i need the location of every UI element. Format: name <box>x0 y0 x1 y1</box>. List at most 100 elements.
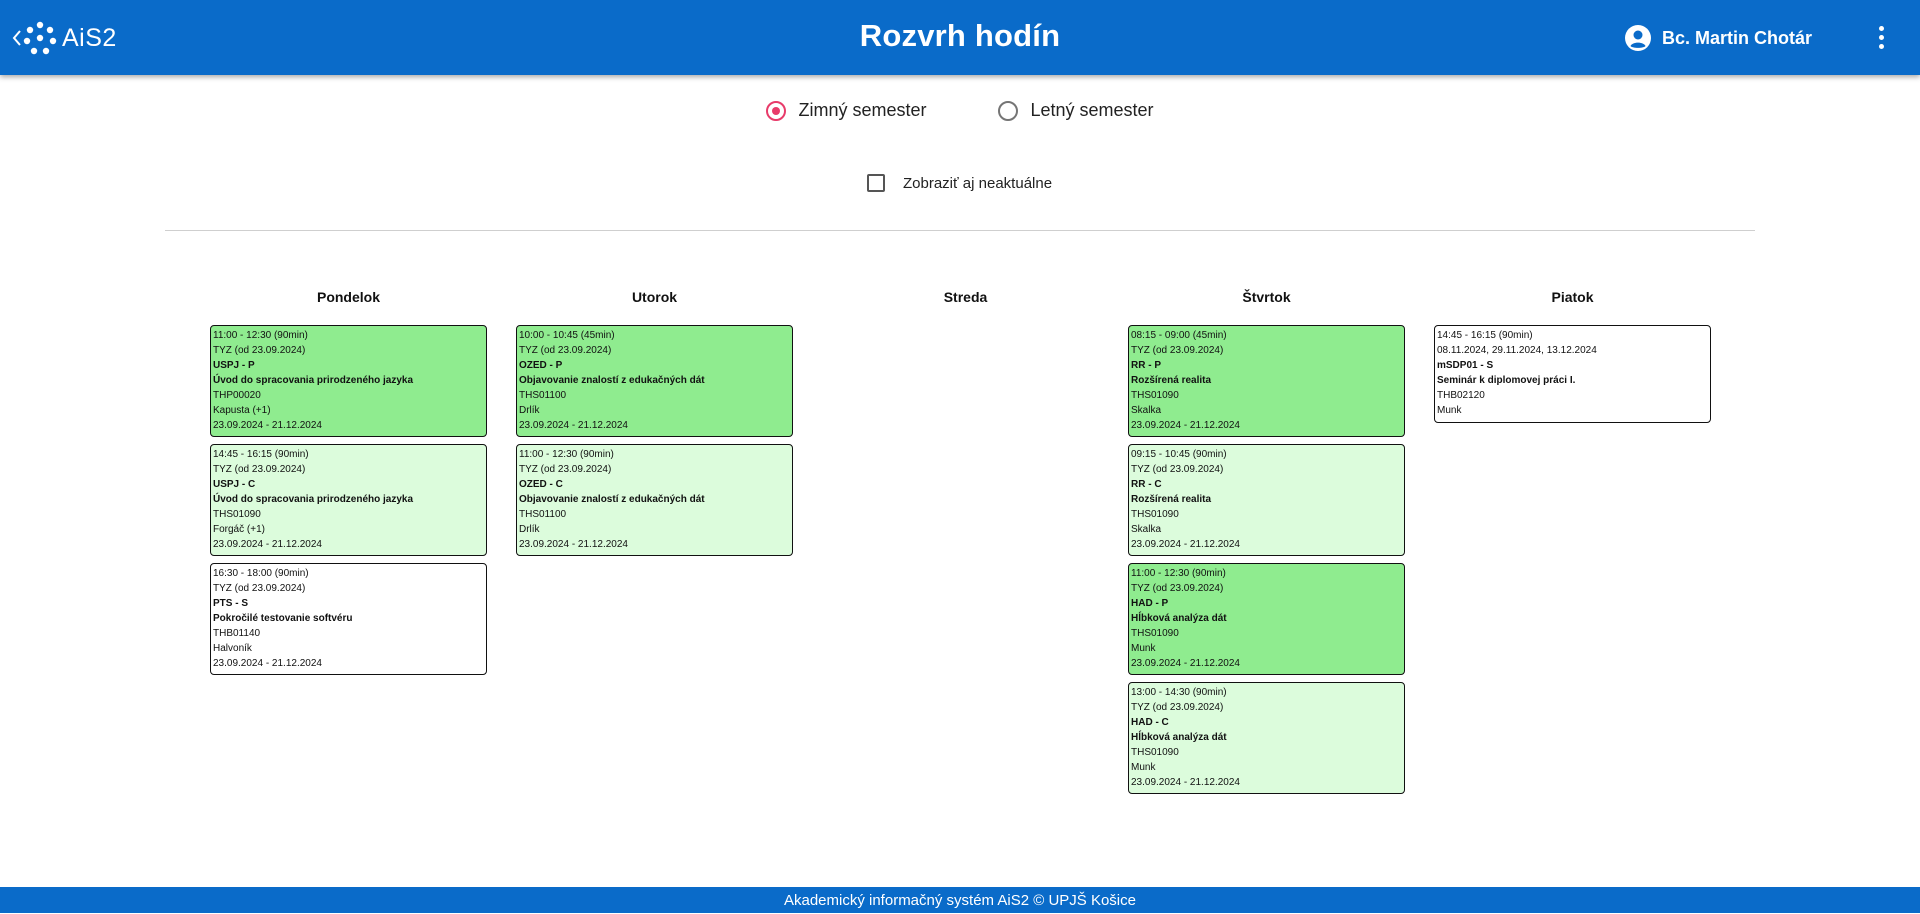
timetable-event-card[interactable]: 16:30 - 18:00 (90min) TYZ (od 23.09.2024… <box>210 563 487 675</box>
event-teacher: Forgáč (+1) <box>213 524 265 535</box>
event-subject: Úvod do spracovania prirodzeného jazyka <box>213 494 414 505</box>
event-time: 11:00 - 12:30 (90min) <box>1131 568 1226 579</box>
event-code: HAD - C <box>1131 717 1169 728</box>
event-dates: 23.09.2024 - 21.12.2024 <box>1131 539 1240 550</box>
event-code: RR - P <box>1131 360 1161 371</box>
event-subject: Úvod do spracovania prirodzeného jazyka <box>213 375 414 386</box>
event-room: THS01100 <box>519 390 567 401</box>
event-teacher: Skalka <box>1131 524 1162 535</box>
event-subject: Seminár k diplomovej práci I. <box>1437 375 1576 386</box>
radio-summer-label: Letný semester <box>1030 100 1154 120</box>
event-time: 16:30 - 18:00 (90min) <box>213 568 309 579</box>
event-subject: Objavovanie znalostí z edukačných dát <box>519 494 705 505</box>
event-room: THB02120 <box>1437 390 1485 401</box>
event-room: THS01090 <box>1131 747 1179 758</box>
timetable-event-card[interactable]: 10:00 - 10:45 (45min) TYZ (od 23.09.2024… <box>516 325 793 437</box>
event-time: 14:45 - 16:15 (90min) <box>1437 330 1533 341</box>
event-subject: Objavovanie znalostí z edukačných dát <box>519 375 705 386</box>
event-week: TYZ (od 23.09.2024) <box>1131 345 1224 356</box>
event-week: TYZ (od 23.09.2024) <box>1131 702 1224 713</box>
app-header: AiS2 Rozvrh hodín Bc. Martin Chotár <box>0 0 1920 75</box>
day-heading: Utorok <box>631 289 678 305</box>
event-dates: 23.09.2024 - 21.12.2024 <box>1131 777 1240 788</box>
day-column-pondelok: Pondelok 11:00 - 12:30 (90min) TYZ (od 2… <box>210 287 487 682</box>
event-teacher: Drlík <box>519 524 540 535</box>
event-room: THB01140 <box>213 628 261 639</box>
event-week: TYZ (od 23.09.2024) <box>213 583 306 594</box>
checkbox-unchecked-icon <box>867 174 885 192</box>
show-inactive-label: Zobraziť aj neaktuálne <box>903 174 1053 192</box>
day-heading: Štvrtok <box>1242 289 1291 305</box>
day-column-stvrtok: Štvrtok 08:15 - 09:00 (45min) TYZ (od 23… <box>1128 287 1405 801</box>
event-code: RR - C <box>1131 479 1162 490</box>
event-code: USPJ - C <box>213 479 256 490</box>
timetable-event-card[interactable]: 14:45 - 16:15 (90min) TYZ (od 23.09.2024… <box>210 444 487 556</box>
day-column-streda: Streda <box>827 287 1104 325</box>
timetable-event-card[interactable]: 11:00 - 12:30 (90min) TYZ (od 23.09.2024… <box>210 325 487 437</box>
event-teacher: Kapusta (+1) <box>213 405 271 416</box>
day-heading: Pondelok <box>316 289 380 305</box>
event-dates: 23.09.2024 - 21.12.2024 <box>213 658 322 669</box>
event-week: TYZ (od 23.09.2024) <box>519 464 612 475</box>
day-column-piatok: Piatok 14:45 - 16:15 (90min) 08.11.2024,… <box>1434 287 1711 430</box>
event-dates: 23.09.2024 - 21.12.2024 <box>213 420 322 431</box>
radio-summer-semester[interactable]: Letný semester <box>998 100 1154 121</box>
event-dates: 23.09.2024 - 21.12.2024 <box>519 420 628 431</box>
event-code: PTS - S <box>213 598 249 609</box>
timetable-event-card[interactable]: 11:00 - 12:30 (90min) TYZ (od 23.09.2024… <box>1128 563 1405 675</box>
event-week: 08.11.2024, 29.11.2024, 13.12.2024 <box>1437 345 1597 356</box>
timetable-event-card[interactable]: 14:45 - 16:15 (90min) 08.11.2024, 29.11.… <box>1434 325 1711 423</box>
timetable-event-card[interactable]: 09:15 - 10:45 (90min) TYZ (od 23.09.2024… <box>1128 444 1405 556</box>
day-heading: Streda <box>943 289 988 305</box>
event-code: OZED - P <box>519 360 563 371</box>
event-subject: Rozšírená realita <box>1131 494 1212 505</box>
day-column-utorok: Utorok 10:00 - 10:45 (45min) TYZ (od 23.… <box>516 287 793 563</box>
event-teacher: Drlík <box>519 405 540 416</box>
event-time: 13:00 - 14:30 (90min) <box>1131 687 1227 698</box>
user-account-button[interactable]: Bc. Martin Chotár <box>1624 24 1812 52</box>
event-room: THP00020 <box>213 390 261 401</box>
event-dates: 23.09.2024 - 21.12.2024 <box>519 539 628 550</box>
event-room: THS01100 <box>519 509 567 520</box>
semester-radio-group: Zimný semester Letný semester <box>0 100 1920 121</box>
event-room: THS01090 <box>213 509 261 520</box>
event-week: TYZ (od 23.09.2024) <box>519 345 612 356</box>
event-dates: 23.09.2024 - 21.12.2024 <box>213 539 322 550</box>
radio-unchecked-icon <box>998 100 1019 121</box>
event-week: TYZ (od 23.09.2024) <box>1131 583 1224 594</box>
event-week: TYZ (od 23.09.2024) <box>213 464 306 475</box>
event-code: HAD - P <box>1131 598 1169 609</box>
event-week: TYZ (od 23.09.2024) <box>1131 464 1224 475</box>
radio-winter-label: Zimný semester <box>798 100 927 120</box>
event-subject: Hĺbková analýza dát <box>1131 613 1227 624</box>
timetable-event-card[interactable]: 08:15 - 09:00 (45min) TYZ (od 23.09.2024… <box>1128 325 1405 437</box>
event-room: THS01090 <box>1131 628 1179 639</box>
timetable-event-card[interactable]: 13:00 - 14:30 (90min) TYZ (od 23.09.2024… <box>1128 682 1405 794</box>
account-circle-icon <box>1624 25 1651 51</box>
event-week: TYZ (od 23.09.2024) <box>213 345 306 356</box>
event-teacher: Munk <box>1131 762 1156 773</box>
event-teacher: Halvoník <box>213 643 252 654</box>
event-code: OZED - C <box>519 479 563 490</box>
event-dates: 23.09.2024 - 21.12.2024 <box>1131 658 1240 669</box>
event-room: THS01090 <box>1131 390 1179 401</box>
event-subject: Pokročilé testovanie softvéru <box>213 613 353 624</box>
event-time: 14:45 - 16:15 (90min) <box>213 449 309 460</box>
event-subject: Hĺbková analýza dát <box>1131 732 1227 743</box>
event-subject: Rozšírená realita <box>1131 375 1212 386</box>
show-inactive-checkbox[interactable]: Zobraziť aj neaktuálne <box>867 174 1052 192</box>
timetable-event-card[interactable]: 11:00 - 12:30 (90min) TYZ (od 23.09.2024… <box>516 444 793 556</box>
event-teacher: Munk <box>1131 643 1156 654</box>
user-name: Bc. Martin Chotár <box>1661 27 1812 48</box>
event-code: mSDP01 - S <box>1437 360 1494 371</box>
event-time: 08:15 - 09:00 (45min) <box>1131 330 1227 341</box>
radio-winter-semester[interactable]: Zimný semester <box>766 100 926 121</box>
more-vert-icon[interactable] <box>1874 26 1888 50</box>
radio-checked-icon <box>766 100 787 121</box>
day-heading: Piatok <box>1551 289 1594 305</box>
footer-text: Akademický informačný systém AiS2 © UPJŠ… <box>783 892 1136 909</box>
event-code: USPJ - P <box>213 360 255 371</box>
event-time: 11:00 - 12:30 (90min) <box>213 330 308 341</box>
event-time: 10:00 - 10:45 (45min) <box>519 330 615 341</box>
event-room: THS01090 <box>1131 509 1179 520</box>
